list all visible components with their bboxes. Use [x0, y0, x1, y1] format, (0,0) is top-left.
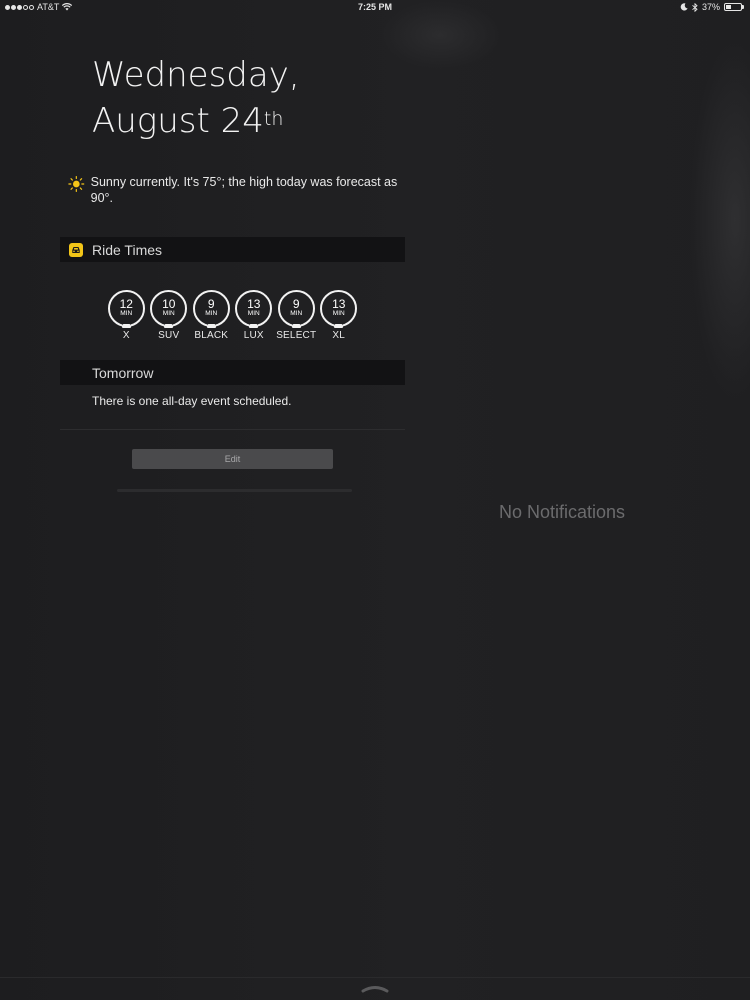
- car-icon: [249, 323, 259, 329]
- ride-type-label: XL: [332, 330, 346, 341]
- eta-circle: 12 MIN: [107, 290, 145, 329]
- eta-circle: 10 MIN: [150, 290, 188, 329]
- car-icon: [334, 323, 344, 329]
- ride-option-black[interactable]: 9 MIN BLACK: [190, 290, 233, 341]
- eta-minutes: 10: [162, 296, 176, 311]
- car-icon: [291, 323, 301, 329]
- sun-icon: [68, 176, 85, 192]
- tomorrow-widget-header[interactable]: Tomorrow: [60, 360, 405, 385]
- legal-notice-line: [117, 489, 352, 492]
- ride-option-x[interactable]: 12 MIN X: [105, 290, 148, 341]
- divider: [60, 429, 405, 430]
- month-day: August 24: [92, 101, 264, 141]
- weather-text: Sunny currently. It's 75°; the high toda…: [90, 175, 398, 205]
- ride-type-label: X: [122, 330, 130, 341]
- weekday-text: Wednesday,: [92, 55, 300, 95]
- eta-unit: MIN: [247, 309, 260, 317]
- battery-tip: [742, 5, 744, 9]
- car-icon: [121, 323, 131, 329]
- ride-times-title: Ride Times: [92, 241, 163, 258]
- eta-minutes: 13: [332, 296, 346, 311]
- no-notifications-text: No Notifications: [499, 502, 626, 522]
- eta-unit: MIN: [120, 309, 133, 317]
- eta-unit: MIN: [332, 309, 345, 317]
- bottom-divider: [0, 977, 750, 978]
- eta-minutes: 13: [247, 296, 261, 311]
- ride-app-icon: [69, 242, 83, 257]
- date-text: August 24th: [92, 98, 300, 144]
- ride-type-label: LUX: [243, 330, 264, 341]
- eta-minutes: 12: [119, 296, 133, 311]
- tomorrow-title: Tomorrow: [92, 364, 154, 381]
- do-not-disturb-icon: [680, 3, 688, 11]
- ride-option-xl[interactable]: 13 MIN XL: [318, 290, 361, 341]
- battery-level: [726, 5, 732, 9]
- background-blur: [690, 40, 750, 400]
- eta-unit: MIN: [290, 309, 303, 317]
- eta-unit: MIN: [162, 309, 175, 317]
- ride-option-select[interactable]: 9 MIN SELECT: [275, 290, 318, 341]
- date-suffix: th: [263, 108, 284, 130]
- today-date: Wednesday, August 24th: [92, 52, 300, 144]
- legal-notice-placeholder: [117, 487, 352, 497]
- ride-option-suv[interactable]: 10 MIN SUV: [148, 290, 191, 341]
- status-time: 7:25 PM: [357, 2, 392, 12]
- eta-minutes: 9: [207, 296, 215, 311]
- ride-options: 12 MIN X 10 MIN SUV 9 MIN BLACK 13 MIN L…: [105, 290, 360, 341]
- grabber-handle-icon[interactable]: [360, 983, 390, 995]
- car-icon: [72, 246, 80, 253]
- eta-unit: MIN: [205, 309, 218, 317]
- ride-type-label: SUV: [158, 330, 180, 341]
- notification-center: AT&T 7:25 PM 37% Wednesday, August 24th …: [0, 0, 750, 1000]
- edit-button[interactable]: Edit: [132, 449, 333, 469]
- ride-type-label: BLACK: [194, 330, 229, 341]
- car-icon: [164, 323, 174, 329]
- status-right: 37%: [680, 2, 744, 12]
- eta-circle: 9 MIN: [277, 290, 315, 329]
- eta-circle: 13 MIN: [320, 290, 358, 329]
- eta-minutes: 9: [292, 296, 300, 311]
- eta-circle: 13 MIN: [235, 290, 273, 329]
- battery-icon: [724, 3, 742, 11]
- bluetooth-icon: [692, 2, 698, 12]
- status-bar: AT&T 7:25 PM 37%: [0, 0, 750, 16]
- ride-times-widget-header[interactable]: Ride Times: [60, 237, 405, 262]
- ride-option-lux[interactable]: 13 MIN LUX: [233, 290, 276, 341]
- ride-type-label: SELECT: [276, 330, 317, 341]
- car-icon: [206, 323, 216, 329]
- battery-percentage: 37%: [701, 2, 720, 12]
- weather-summary[interactable]: Sunny currently. It's 75°; the high toda…: [68, 174, 398, 206]
- eta-circle: 9 MIN: [192, 290, 230, 329]
- tomorrow-summary[interactable]: There is one all-day event scheduled.: [92, 394, 291, 408]
